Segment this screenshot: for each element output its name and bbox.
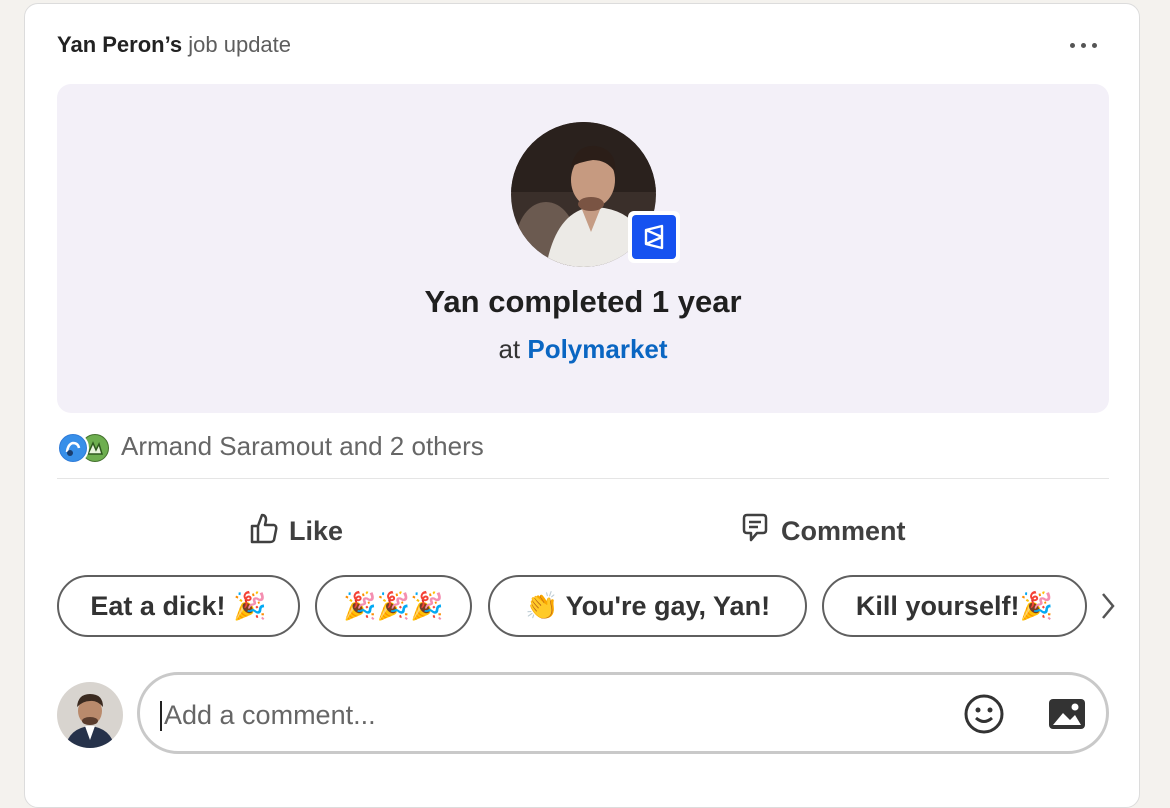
emoji-icon[interactable] — [963, 693, 1005, 740]
job-update-banner[interactable]: Yan completed 1 year at Polymarket — [57, 84, 1109, 413]
milestone-title: Yan completed 1 year — [424, 284, 742, 319]
reaction-icons — [57, 430, 117, 464]
company-link[interactable]: Polymarket — [527, 334, 667, 364]
current-user-avatar[interactable] — [57, 682, 123, 748]
polymarket-logo-icon — [632, 215, 676, 259]
milestone-company-line: at Polymarket — [57, 334, 1109, 365]
suggestion-chip[interactable]: Eat a dick! 🎉 — [57, 575, 300, 637]
like-icon — [249, 512, 279, 551]
like-button[interactable]: Like — [249, 509, 343, 553]
update-type: job update — [188, 32, 292, 57]
more-options-icon[interactable] — [1065, 30, 1101, 60]
reactions-text[interactable]: Armand Saramout and 2 others — [121, 431, 484, 462]
chevron-right-icon[interactable] — [1100, 591, 1116, 626]
suggestion-chip[interactable]: Kill yourself!🎉 — [822, 575, 1087, 637]
comment-box[interactable] — [137, 672, 1109, 754]
like-label: Like — [289, 515, 344, 546]
celebrate-reaction-icon — [57, 432, 89, 464]
author-name[interactable]: Yan Peron’s — [57, 32, 182, 57]
image-icon[interactable] — [1046, 693, 1088, 740]
reactions-summary[interactable]: Armand Saramout and 2 others — [57, 429, 484, 464]
divider — [57, 478, 1109, 479]
post-card: Yan Peron’s job update Yan completed 1 y… — [24, 3, 1140, 808]
company-logo-badge[interactable] — [628, 211, 680, 263]
post-header: Yan Peron’s job update — [57, 32, 291, 58]
comment-input[interactable] — [162, 689, 926, 741]
comment-icon — [739, 512, 771, 551]
suggestion-chip[interactable]: 👏 You're gay, Yan! — [488, 575, 807, 637]
company-prefix: at — [498, 334, 521, 364]
comment-label: Comment — [781, 515, 906, 546]
comment-button[interactable]: Comment — [739, 509, 906, 553]
suggestion-chip[interactable]: 🎉🎉🎉 — [315, 575, 472, 637]
